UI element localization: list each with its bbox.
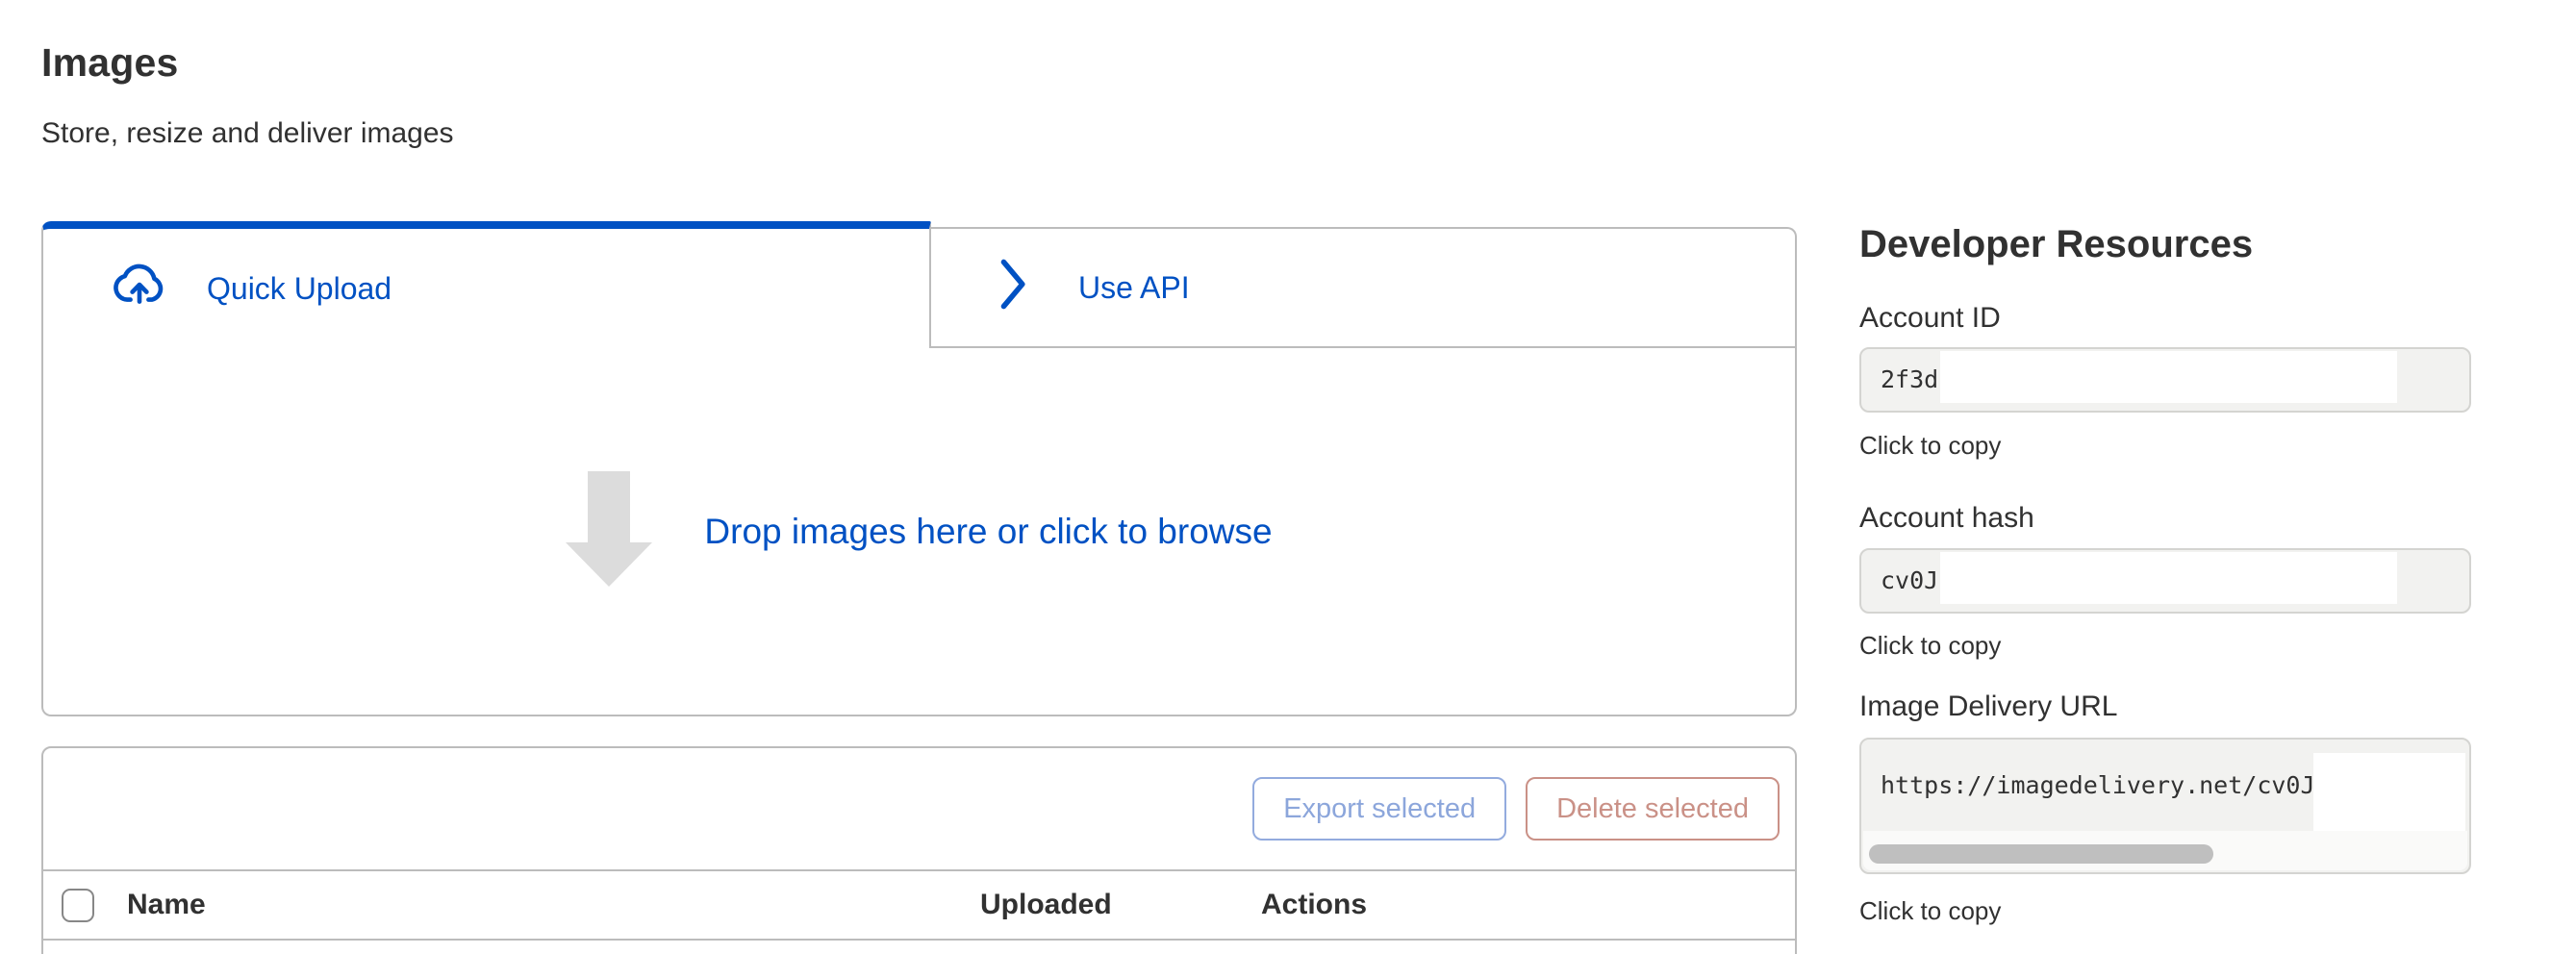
redaction-overlay xyxy=(2313,753,2465,834)
arrow-down-icon xyxy=(566,471,652,591)
delivery-url-label: Image Delivery URL xyxy=(1859,690,2117,723)
tab-use-api-label: Use API xyxy=(1078,270,1190,306)
horizontal-scrollbar-track xyxy=(1863,831,2467,870)
column-header-actions: Actions xyxy=(1261,871,1367,939)
tab-quick-upload-label: Quick Upload xyxy=(207,271,391,307)
developer-resources-sidebar: Developer Resources Account ID 2f3d Clic… xyxy=(1859,0,2481,954)
tab-quick-upload[interactable]: Quick Upload xyxy=(41,221,931,348)
sidebar-title: Developer Resources xyxy=(1859,223,2253,266)
image-drop-zone[interactable]: Drop images here or click to browse xyxy=(41,348,1797,716)
drop-zone-label: Drop images here or click to browse xyxy=(704,512,1272,552)
account-id-copy-hint[interactable]: Click to copy xyxy=(1859,431,2001,461)
cloud-upload-icon xyxy=(109,262,170,315)
redaction-overlay xyxy=(1940,351,2397,403)
tab-use-api[interactable]: Use API xyxy=(931,227,1797,348)
account-id-label: Account ID xyxy=(1859,302,2001,335)
images-dashboard-page: Images Store, resize and deliver images … xyxy=(0,0,2576,954)
upload-tabs: Quick Upload Use API xyxy=(41,221,1797,348)
page-subtitle: Store, resize and deliver images xyxy=(41,117,454,150)
account-hash-label: Account hash xyxy=(1859,502,2034,535)
account-hash-copy-hint[interactable]: Click to copy xyxy=(1859,631,2001,661)
list-toolbar: Export selected Delete selected xyxy=(43,748,1795,871)
horizontal-scrollbar-thumb[interactable] xyxy=(1869,844,2213,864)
images-list-panel: Export selected Delete selected Name Upl… xyxy=(41,746,1797,954)
select-all-checkbox[interactable] xyxy=(62,889,94,922)
delivery-url-field[interactable]: https://imagedelivery.net/cv0JSj xyxy=(1859,738,2471,874)
account-hash-field[interactable]: cv0J xyxy=(1859,548,2471,614)
delivery-url-copy-hint[interactable]: Click to copy xyxy=(1859,896,2001,926)
account-id-field[interactable]: 2f3d xyxy=(1859,347,2471,413)
table-header-row: Name Uploaded Actions xyxy=(43,871,1795,941)
delete-selected-button[interactable]: Delete selected xyxy=(1526,777,1780,841)
export-selected-button[interactable]: Export selected xyxy=(1252,777,1506,841)
column-header-name: Name xyxy=(127,871,206,939)
column-header-uploaded: Uploaded xyxy=(980,871,1112,939)
page-title: Images xyxy=(41,40,179,86)
chevron-right-icon xyxy=(997,256,1032,320)
redaction-overlay xyxy=(1940,552,2397,604)
